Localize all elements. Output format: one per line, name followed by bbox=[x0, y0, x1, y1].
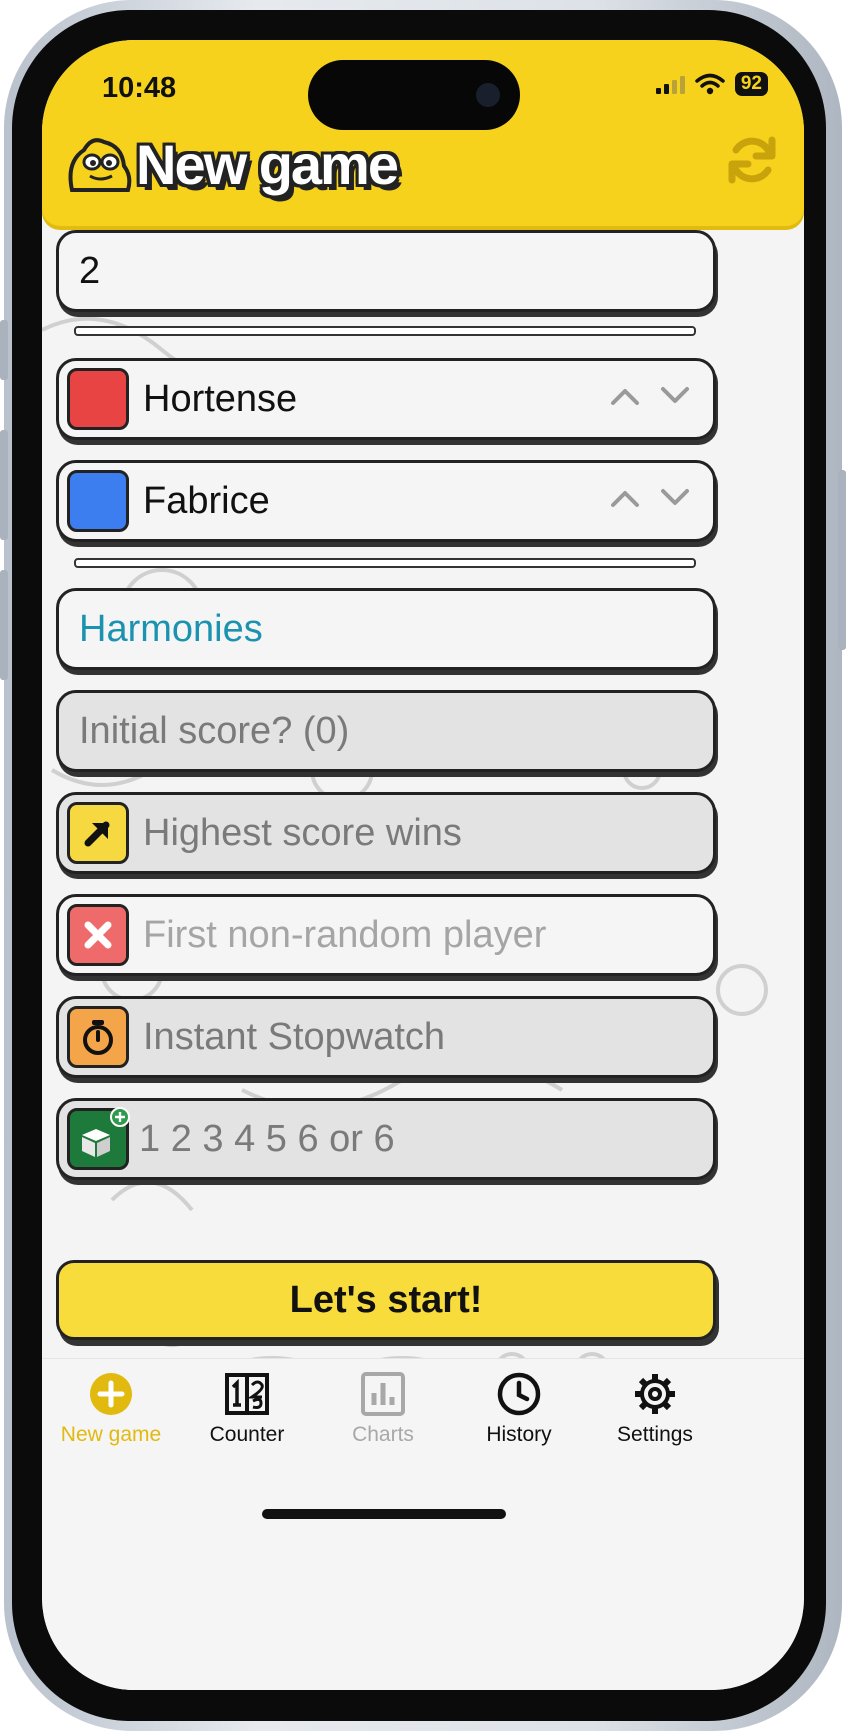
tab-label: New game bbox=[60, 1423, 162, 1446]
dice-option[interactable]: 1 2 3 4 5 6 or 6 bbox=[56, 1098, 716, 1180]
camera-icon bbox=[476, 83, 500, 107]
tab-label: Charts bbox=[352, 1423, 414, 1446]
first-player-option[interactable]: First non-random player bbox=[56, 894, 716, 976]
volume-down-button bbox=[0, 570, 8, 680]
app-header: 10:48 92 New game bbox=[42, 40, 804, 226]
power-button bbox=[838, 470, 846, 650]
wifi-icon bbox=[695, 73, 725, 95]
win-rule-label: Highest score wins bbox=[143, 811, 462, 854]
chevron-up-icon[interactable] bbox=[609, 383, 641, 407]
player-row[interactable]: Fabrice bbox=[56, 460, 716, 542]
tab-history[interactable]: History bbox=[444, 1371, 594, 1447]
player-color-swatch[interactable] bbox=[67, 470, 129, 532]
side-button bbox=[0, 320, 8, 380]
game-name-value: Harmonies bbox=[79, 607, 263, 650]
dice-label: 1 2 3 4 5 6 or 6 bbox=[139, 1117, 395, 1160]
refresh-icon[interactable] bbox=[724, 132, 780, 188]
plus-circle-icon bbox=[90, 1373, 132, 1415]
player-row[interactable]: Hortense bbox=[56, 358, 716, 440]
start-button[interactable]: Let's start! bbox=[56, 1260, 716, 1340]
tab-bar: New game Counter Charts History Settings bbox=[42, 1358, 804, 1690]
chevron-down-icon[interactable] bbox=[659, 383, 691, 407]
tab-label: Settings bbox=[617, 1423, 693, 1446]
chevron-up-icon[interactable] bbox=[609, 485, 641, 509]
tab-counter[interactable]: Counter bbox=[172, 1371, 322, 1447]
app-screen: 10:48 92 New game 2 Hortense Fabrice Har… bbox=[42, 40, 804, 1690]
home-indicator[interactable] bbox=[262, 1509, 506, 1519]
dynamic-island bbox=[308, 60, 520, 130]
battery-indicator: 92 bbox=[734, 72, 768, 96]
tab-settings[interactable]: Settings bbox=[580, 1371, 730, 1447]
divider bbox=[74, 326, 696, 336]
cellular-signal-icon bbox=[655, 74, 685, 94]
stopwatch-label: Instant Stopwatch bbox=[143, 1015, 446, 1058]
player-color-swatch[interactable] bbox=[67, 368, 129, 430]
close-icon bbox=[67, 904, 129, 966]
tab-new-game[interactable]: New game bbox=[42, 1371, 186, 1447]
player-count-value: 2 bbox=[79, 249, 101, 292]
status-time: 10:48 bbox=[102, 72, 177, 104]
stopwatch-icon bbox=[67, 1006, 129, 1068]
gear-icon bbox=[635, 1374, 675, 1414]
status-icons: 92 bbox=[655, 72, 768, 96]
player-name[interactable]: Fabrice bbox=[143, 480, 270, 523]
divider bbox=[74, 558, 696, 568]
mascot-icon bbox=[68, 138, 132, 192]
stopwatch-option[interactable]: Instant Stopwatch bbox=[56, 996, 716, 1078]
player-name[interactable]: Hortense bbox=[143, 378, 297, 421]
initial-score-input[interactable]: Initial score? (0) bbox=[56, 690, 716, 772]
first-player-label: First non-random player bbox=[143, 913, 547, 956]
win-rule-option[interactable]: Highest score wins bbox=[56, 792, 716, 874]
chevron-down-icon[interactable] bbox=[659, 485, 691, 509]
dice-icon bbox=[67, 1107, 130, 1170]
player-count-input[interactable]: 2 bbox=[56, 230, 716, 312]
initial-score-placeholder: Initial score? (0) bbox=[79, 709, 350, 752]
tab-charts[interactable]: Charts bbox=[308, 1371, 458, 1447]
counter-icon bbox=[225, 1373, 269, 1415]
chart-icon bbox=[361, 1372, 405, 1416]
arrow-up-right-icon bbox=[67, 802, 129, 864]
tab-label: History bbox=[486, 1423, 552, 1446]
volume-up-button bbox=[0, 430, 8, 540]
plus-badge-icon bbox=[110, 1107, 130, 1127]
game-name-input[interactable]: Harmonies bbox=[56, 588, 716, 670]
page-title: New game bbox=[136, 133, 399, 196]
clock-icon bbox=[497, 1372, 541, 1416]
tab-label: Counter bbox=[209, 1423, 285, 1446]
